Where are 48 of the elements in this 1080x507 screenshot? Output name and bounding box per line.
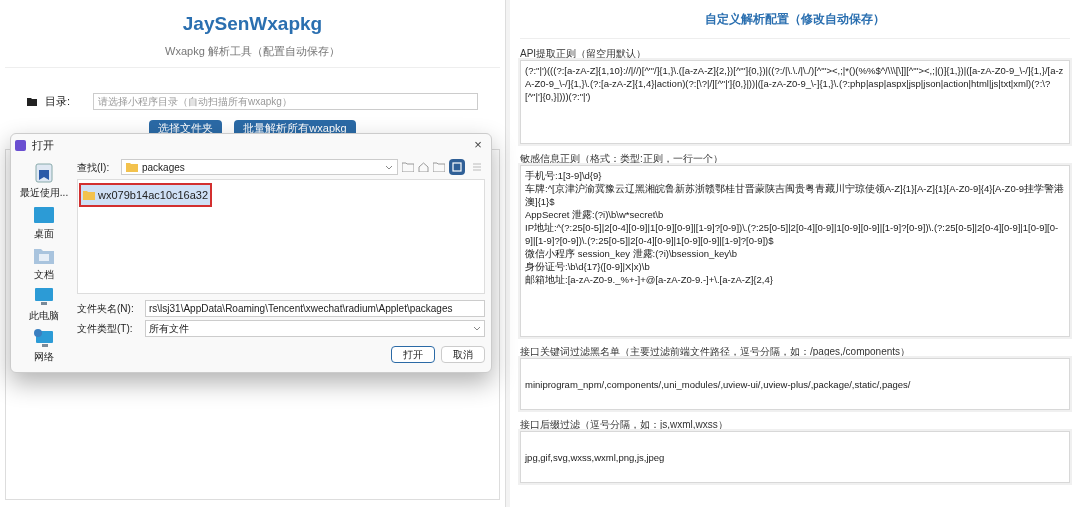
config-text-area[interactable]: jpg,gif,svg,wxss,wxml,png,js,jpeg <box>520 431 1070 483</box>
config-text-area[interactable]: miniprogram_npm/,components/,uni_modules/,uview-ui/,uview-plus/,package/,static/,pages/ <box>520 358 1070 410</box>
look-in-label: 查找(I): <box>77 160 111 175</box>
sidebar-place[interactable]: 此电脑 <box>29 308 59 323</box>
filetype-label: 文件类型(T): <box>77 322 134 336</box>
sidebar-place[interactable]: 网络 <box>34 349 54 364</box>
group-label: 敏感信息正则（格式：类型:正则，一行一个） <box>520 152 724 165</box>
config-text-area[interactable] <box>520 60 1070 144</box>
look-in-combobox[interactable]: packages <box>121 159 398 175</box>
cancel-button[interactable]: 取消 <box>441 346 485 363</box>
documents-icon <box>33 246 55 266</box>
filename-field[interactable]: rs\lsj31\AppData\Roaming\Tencent\xwechat\radium\Applet\packages <box>145 300 485 317</box>
filename-label: 文件夹名(N): <box>77 302 135 316</box>
config-text: miniprogram_npm/,components/,uni_modules/,uview-ui/,uview-plus/,package/,static/,pages/ <box>525 377 911 391</box>
dialog-title: 打开 <box>32 137 55 153</box>
app-title: JaySenWxapkg <box>182 12 323 36</box>
filetype-combobox[interactable]: 所有文件 <box>145 320 485 337</box>
group-label: 接口关键词过滤黑名单（主要过滤前端文件路径，逗号分隔，如：/pages,/components） <box>520 345 912 358</box>
file-item[interactable]: wx079b14ac10c16a32 <box>81 185 211 205</box>
desktop-icon <box>33 205 55 225</box>
close-button[interactable]: × <box>469 135 487 155</box>
home-icon[interactable] <box>418 162 429 172</box>
network-icon <box>33 328 55 348</box>
folder-icon <box>83 190 95 200</box>
chevron-down-icon <box>385 164 393 170</box>
chevron-down-icon <box>473 326 481 331</box>
new-folder-icon[interactable] <box>433 162 445 172</box>
folder-icon <box>126 162 138 172</box>
sidebar-place[interactable]: 文档 <box>34 267 54 282</box>
sidebar-place[interactable]: 桌面 <box>34 226 54 241</box>
open-button[interactable]: 打开 <box>391 346 435 363</box>
detail-view-button[interactable] <box>449 159 465 175</box>
group-label: 接口后缀过滤（逗号分隔，如：js,wxml,wxss） <box>520 418 729 431</box>
config-text: jpg,gif,svg,wxss,wxml,png,js,jpeg <box>525 450 665 464</box>
list-icon <box>472 162 482 172</box>
directory-label: 目录: <box>45 94 72 110</box>
app-subtitle: Wxapkg 解析工具（配置自动保存） <box>165 43 340 59</box>
square-icon <box>452 162 462 172</box>
group-label: API提取正则（留空用默认） <box>520 47 648 60</box>
app-icon <box>15 139 26 151</box>
monitor-icon <box>33 287 55 307</box>
sidebar-place[interactable]: 最近使用... <box>19 185 69 200</box>
config-title: 自定义解析配置（修改自动保存） <box>705 11 885 28</box>
config-text: 手机号:1[3-9]\d{9} 车牌:^[京津沪渝冀豫云辽黑湘皖鲁新苏浙赣鄂桂甘晋蒙陕吉闽贵粤青藏川宁琼使领A-Z]{1}[A-Z]{1}[A-Z0-9]{4}[A-Z0-9挂学警港澳]{1}$ AppSecret 泄露:(?i)\b\w*secret\b IP地址:^(?:25[0-5]|2[0-4][0-9]|1[0-9][0-9]|[1-9]?[0-9])\.(?:25[0-5]|2[0-4][0-9]|1[0-9][0-9]|[1-9]?[0-9])\.(?:25[0-5]|2[0-4][0-9]|1[0-9][0-9]|[1-9]?[0-9])\.(?:25[0-5]|2[0-4][0-9]|1[0-9][0-9]|[1-9]?[0-9])$ 微信小程序 session_key 泄露:(?i)\bsession_key\b 身份证号:\b\d{17}([0-9]|X|x)\b 邮箱地址:[a-zA-Z0-9._%+-]+@[a-zA-Z0-9.-]+\.[a-zA-Z]{2,4} <box>525 169 1065 286</box>
folder-icon <box>27 97 37 106</box>
directory-field[interactable]: 请选择小程序目录（自动扫描所有wxapkg） <box>93 93 478 110</box>
config-text-area[interactable] <box>520 165 1070 337</box>
config-text: (?:"|')(((?:[a-zA-Z]{1,10}://|//)[^"'/]{1,}\.([a-zA-Z]{2,})[^"']{0,})|((?:/|\.\./|\./)[^"'><,;|*()(%%$^/\\\[\]][^"'><,;|()]{1,})|([a-zA-Z0-9_\-/]{1,}/[a-zA-Z0-9_\-/]{1,}\.(?:[a-zA-Z]{1,4}|action)(?:[\?|/][^"|']{0,}|))|([a-zA-Z0-9_\-]{1,}\.(?:php|asp|aspx|jsp|json|action|html|js|txt|xml)(?:\?[^"|']{0,}|)))(?:"|') <box>525 64 1065 103</box>
